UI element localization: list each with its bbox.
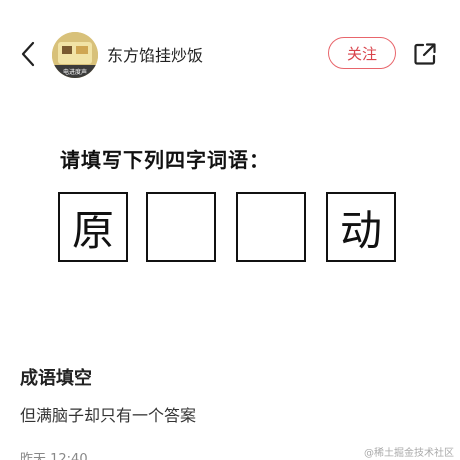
- share-button[interactable]: [410, 39, 440, 69]
- note-body: 但满脑子却只有一个答案: [20, 406, 197, 425]
- note-title: 成语填空: [20, 368, 92, 389]
- share-icon: [414, 43, 436, 65]
- status-bar: [0, 0, 460, 6]
- avatar-label: 电进度声: [63, 68, 87, 76]
- note-detail-page: 电进度声 东方馅挂炒饭 关注 请填写下列四字词语： 原 动 成语填空 但满脑子却…: [0, 0, 460, 460]
- idiom-char-box-3: [236, 192, 306, 262]
- idiom-char-box-1: 原: [58, 192, 128, 262]
- watermark: @稀土掘金技术社区: [364, 448, 454, 459]
- idiom-char-box-4: 动: [326, 192, 396, 262]
- avatar: 电进度声: [52, 32, 98, 78]
- back-button[interactable]: [12, 38, 44, 70]
- follow-button[interactable]: 关注: [328, 37, 396, 69]
- note-timestamp: 昨天 12:40: [20, 452, 88, 460]
- note-header: 电进度声 东方馅挂炒饭 关注: [0, 24, 460, 84]
- chevron-left-icon: [21, 41, 35, 67]
- author-name[interactable]: 东方馅挂炒饭: [107, 42, 203, 66]
- idiom-boxes: 原 动: [58, 192, 400, 266]
- idiom-char-box-2: [146, 192, 216, 262]
- puzzle-prompt: 请填写下列四字词语：: [60, 148, 270, 172]
- author-avatar[interactable]: 电进度声: [52, 32, 98, 78]
